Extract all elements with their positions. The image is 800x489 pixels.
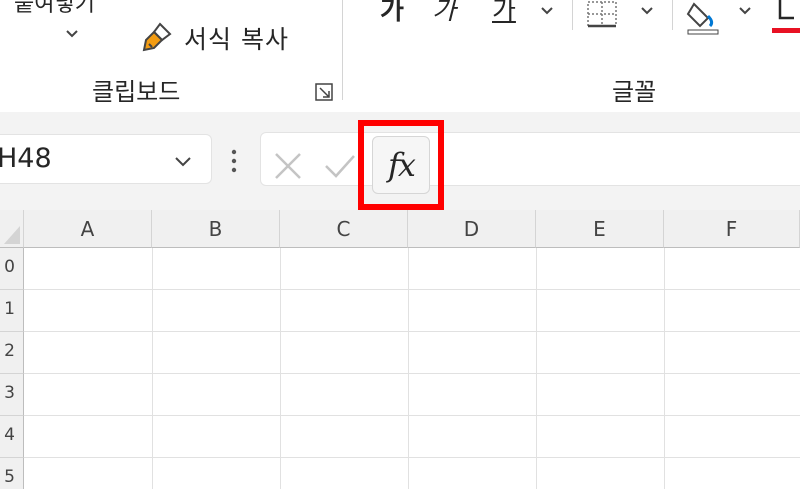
- name-box-value: H48: [0, 143, 52, 174]
- paste-dropdown-chevron-icon[interactable]: [62, 24, 82, 44]
- column-header-b[interactable]: B: [152, 210, 280, 248]
- row-number: 3: [4, 383, 15, 403]
- fx-label: fx: [388, 146, 416, 184]
- name-box-chevron-down-icon[interactable]: [171, 149, 195, 173]
- paste-button-label[interactable]: 붙여넣기: [14, 0, 95, 18]
- row-header[interactable]: 3: [0, 374, 24, 416]
- underline-button[interactable]: 가: [492, 0, 516, 27]
- italic-button[interactable]: 가: [432, 0, 456, 27]
- table-row[interactable]: [24, 332, 800, 374]
- borders-icon[interactable]: [586, 0, 618, 30]
- column-gridline: [152, 248, 153, 489]
- column-header-a[interactable]: A: [24, 210, 152, 248]
- font-separator: [672, 0, 673, 30]
- table-row[interactable]: [24, 374, 800, 416]
- worksheet-grid: A B C D E F 0 1 2 3 4 5: [0, 210, 800, 489]
- column-header-f[interactable]: F: [664, 210, 800, 248]
- select-all-corner[interactable]: [0, 210, 24, 248]
- row-number: 1: [4, 299, 15, 319]
- group-separator: [342, 0, 343, 100]
- column-header-d[interactable]: D: [408, 210, 536, 248]
- row-header[interactable]: 4: [0, 416, 24, 458]
- fill-color-dropdown-chevron-icon[interactable]: [736, 2, 754, 20]
- table-row[interactable]: [24, 248, 800, 290]
- select-all-triangle-icon: [4, 226, 20, 244]
- fill-color-bucket-icon[interactable]: [684, 0, 724, 36]
- format-painter-label: 서식 복사: [184, 25, 289, 54]
- table-row[interactable]: [24, 416, 800, 458]
- cancel-entry-x-icon[interactable]: [270, 148, 306, 184]
- bold-button[interactable]: 가: [380, 0, 404, 27]
- column-gridline: [664, 248, 665, 489]
- column-gridline: [536, 248, 537, 489]
- paintbrush-icon: [142, 22, 172, 52]
- enter-checkmark-icon[interactable]: [322, 148, 358, 184]
- more-options-icon[interactable]: [228, 148, 240, 174]
- row-header[interactable]: 0: [0, 248, 24, 290]
- table-row[interactable]: [24, 458, 800, 489]
- row-header[interactable]: 2: [0, 332, 24, 374]
- font-group-label: 글꼴: [612, 78, 657, 106]
- font-color-icon[interactable]: [772, 0, 800, 36]
- row-header[interactable]: 1: [0, 290, 24, 332]
- column-gridline: [408, 248, 409, 489]
- font-separator: [572, 0, 573, 30]
- format-painter-button[interactable]: 서식 복사: [140, 18, 289, 58]
- underline-dropdown-chevron-icon[interactable]: [538, 2, 556, 20]
- borders-dropdown-chevron-icon[interactable]: [638, 2, 656, 20]
- ribbon: 붙여넣기 서식 복사 클립보드 가 가 가 글꼴: [0, 0, 800, 112]
- column-gridline: [280, 248, 281, 489]
- column-header-e[interactable]: E: [536, 210, 664, 248]
- row-number: 5: [4, 467, 15, 487]
- row-number: 4: [4, 425, 15, 445]
- insert-function-button[interactable]: fx: [372, 136, 430, 194]
- clipboard-group-label: 클립보드: [92, 78, 181, 106]
- row-number: 2: [4, 341, 15, 361]
- column-header-c[interactable]: C: [280, 210, 408, 248]
- table-row[interactable]: [24, 290, 800, 332]
- name-box[interactable]: H48: [0, 134, 212, 184]
- row-header[interactable]: 5: [0, 458, 24, 489]
- row-number: 0: [4, 257, 15, 277]
- dialog-launcher-icon[interactable]: [314, 82, 334, 102]
